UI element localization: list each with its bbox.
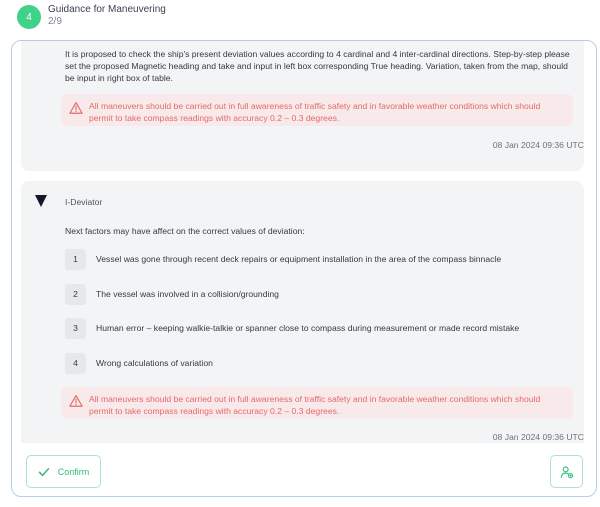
message-list[interactable]: It is proposed to check the ship's prese…	[12, 41, 596, 443]
warning-triangle-icon	[69, 102, 83, 114]
factor-item: 1 Vessel was gone through recent deck re…	[65, 248, 585, 270]
chat-panel: It is proposed to check the ship's prese…	[11, 40, 597, 497]
warning-box: All maneuvers should be carried out in f…	[61, 94, 573, 126]
confirm-label: Confirm	[57, 466, 90, 477]
message-card: I-Deviator Next factors may have affect …	[21, 181, 584, 443]
check-icon	[38, 467, 49, 476]
factor-number: 2	[65, 283, 86, 305]
factor-item: 3 Human error – keeping walkie-talkie or…	[65, 317, 585, 339]
factor-text: Human error – keeping walkie-talkie or s…	[96, 323, 520, 333]
warning-box: All maneuvers should be carried out in f…	[61, 387, 573, 419]
message-intro: Next factors may have affect on the corr…	[65, 226, 305, 236]
factor-item: 2 The vessel was involved in a collision…	[65, 283, 585, 305]
message-timestamp: 08 Jan 2024 09:36 UTC	[492, 432, 584, 442]
factor-text: The vessel was involved in a collision/g…	[96, 289, 279, 299]
factor-text: Wrong calculations of variation	[96, 358, 213, 368]
step-title: Guidance for Maneuvering	[48, 4, 166, 15]
factor-text: Vessel was gone through recent deck repa…	[96, 254, 502, 264]
step-header: 4 Guidance for Maneuvering 2/9	[17, 4, 166, 30]
confirm-button[interactable]: Confirm	[26, 455, 101, 488]
warning-text: All maneuvers should be carried out in f…	[89, 394, 541, 416]
user-action-button[interactable]	[550, 455, 583, 488]
step-number-badge: 4	[17, 5, 41, 29]
message-author: I-Deviator	[65, 197, 103, 207]
message-timestamp: 08 Jan 2024 09:36 UTC	[492, 140, 584, 150]
deviator-chevron-icon	[35, 195, 47, 207]
message-card: It is proposed to check the ship's prese…	[21, 41, 584, 171]
warning-text: All maneuvers should be carried out in f…	[89, 101, 541, 123]
step-progress: 2/9	[48, 16, 62, 27]
step-header-text: Guidance for Maneuvering 2/9	[48, 4, 166, 28]
factor-number: 4	[65, 352, 86, 374]
factor-number: 1	[65, 248, 86, 270]
warning-triangle-icon	[69, 395, 83, 407]
factor-number: 3	[65, 317, 86, 339]
user-add-icon	[560, 465, 573, 478]
factor-item: 4 Wrong calculations of variation	[65, 352, 585, 374]
message-text: It is proposed to check the ship's prese…	[65, 49, 570, 83]
